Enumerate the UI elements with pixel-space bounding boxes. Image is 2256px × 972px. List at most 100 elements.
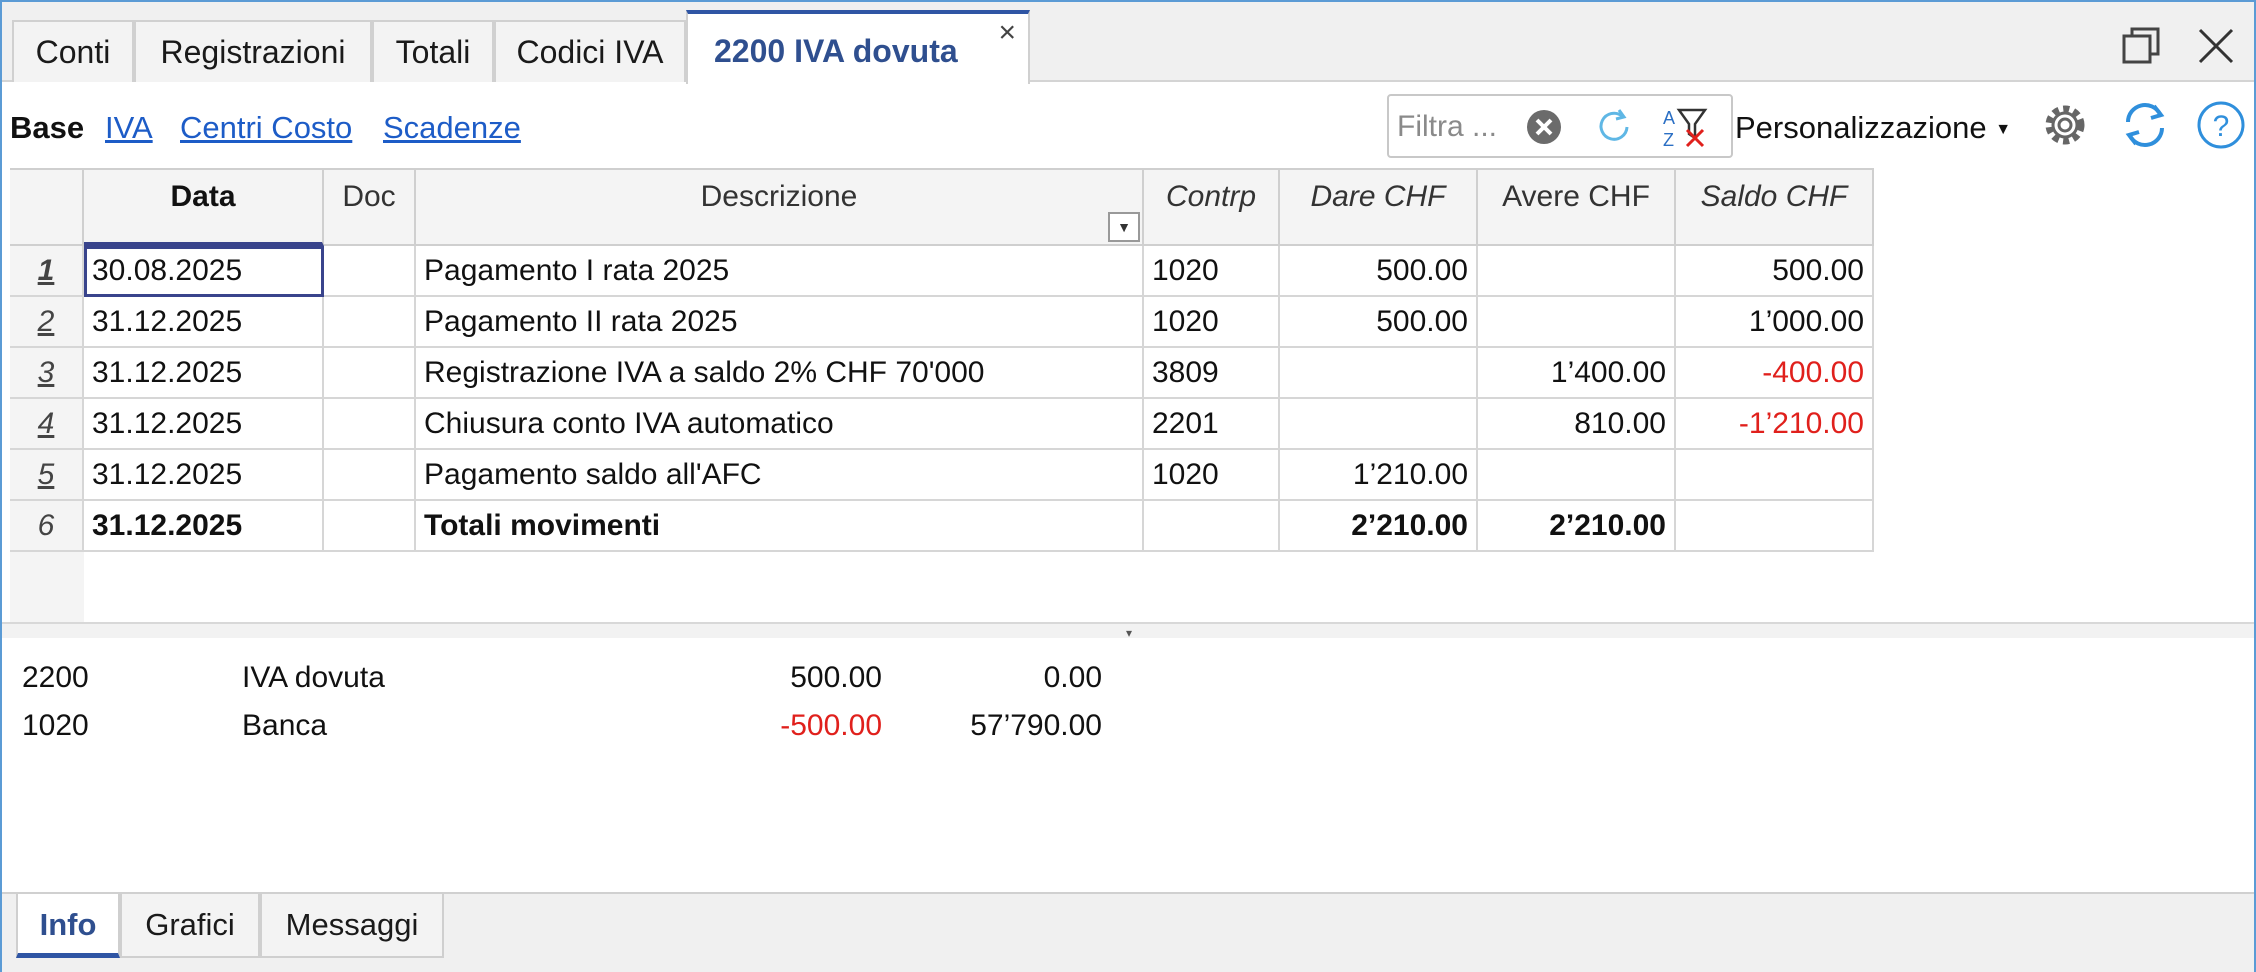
filter-input[interactable]: Filtra ... A Z — [1387, 94, 1733, 158]
row-number[interactable]: 1 — [10, 246, 84, 297]
refresh-filter-icon[interactable] — [1593, 106, 1635, 148]
tab-conti[interactable]: Conti — [12, 20, 134, 82]
filter-placeholder: Filtra ... — [1397, 110, 1498, 143]
close-window-icon[interactable] — [2194, 24, 2238, 68]
view-link-centri-costo[interactable]: Centri Costo — [180, 110, 352, 146]
cell-descrizione[interactable]: Pagamento I rata 2025 — [416, 246, 1144, 297]
cell-doc[interactable] — [324, 501, 416, 552]
cell-dare[interactable]: 1’210.00 — [1280, 450, 1478, 501]
info-account: 2200 — [22, 661, 89, 694]
cell-descrizione[interactable]: Chiusura conto IVA automatico — [416, 399, 1144, 450]
cell-contrp[interactable]: 1020 — [1144, 450, 1280, 501]
column-filter-dropdown-icon[interactable]: ▼ — [1108, 212, 1140, 242]
cell-doc[interactable] — [324, 450, 416, 501]
cell-contrp[interactable]: 1020 — [1144, 246, 1280, 297]
splitter-handle-icon[interactable]: ▾ — [1126, 626, 1132, 640]
column-header-descrizione-label: Descrizione — [700, 180, 858, 213]
row-number[interactable]: 2 — [10, 297, 84, 348]
info-account: 1020 — [22, 709, 89, 742]
cell-doc[interactable] — [324, 399, 416, 450]
tab-close-icon[interactable]: × — [998, 18, 1016, 48]
cell-saldo[interactable]: 500.00 — [1676, 246, 1874, 297]
bottom-tab-bar: Info Grafici Messaggi — [2, 892, 2254, 972]
svg-text:Z: Z — [1663, 130, 1674, 150]
cell-data[interactable]: 31.12.2025 — [84, 501, 324, 552]
column-header-saldo[interactable]: Saldo CHF — [1676, 168, 1874, 246]
tab-info[interactable]: Info — [16, 894, 120, 958]
chevron-down-icon: ▼ — [1995, 120, 2012, 138]
cell-contrp[interactable]: 1020 — [1144, 297, 1280, 348]
sort-filter-icon[interactable]: A Z — [1661, 104, 1711, 150]
cell-contrp[interactable]: 3809 — [1144, 348, 1280, 399]
toolbar: Base IVA Centri Costo Scadenze Filtra ..… — [2, 84, 2254, 168]
cell-avere[interactable]: 810.00 — [1478, 399, 1676, 450]
cell-avere[interactable]: 1’400.00 — [1478, 348, 1676, 399]
help-icon[interactable]: ? — [2194, 98, 2248, 152]
cell-doc[interactable] — [324, 348, 416, 399]
cell-data[interactable]: 31.12.2025 — [84, 399, 324, 450]
cell-dare[interactable]: 500.00 — [1280, 297, 1478, 348]
cell-avere[interactable]: 2’210.00 — [1478, 501, 1676, 552]
cell-descrizione[interactable]: Totali movimenti — [416, 501, 1144, 552]
tab-messaggi[interactable]: Messaggi — [260, 894, 444, 958]
svg-text:?: ? — [2213, 110, 2230, 143]
table-tab-bar: Conti Registrazioni Totali Codici IVA 22… — [2, 2, 2254, 84]
sync-icon[interactable] — [2118, 98, 2172, 152]
cell-dare[interactable]: 500.00 — [1280, 246, 1478, 297]
row-number[interactable]: 6 — [10, 501, 84, 552]
tab-totali[interactable]: Totali — [372, 20, 494, 82]
column-header-doc[interactable]: Doc — [324, 168, 416, 246]
view-link-iva[interactable]: IVA — [105, 110, 153, 146]
customize-dropdown[interactable]: Personalizzazione ▼ — [1735, 110, 2011, 146]
cell-saldo[interactable] — [1676, 501, 1874, 552]
cell-avere[interactable] — [1478, 297, 1676, 348]
cell-avere[interactable] — [1478, 450, 1676, 501]
cell-descrizione[interactable]: Pagamento saldo all'AFC — [416, 450, 1144, 501]
view-base[interactable]: Base — [10, 110, 84, 146]
tab-codici-iva[interactable]: Codici IVA — [494, 20, 686, 82]
cell-saldo[interactable]: -1’210.00 — [1676, 399, 1874, 450]
cell-dare[interactable]: 2’210.00 — [1280, 501, 1478, 552]
cell-data[interactable]: 31.12.2025 — [84, 450, 324, 501]
info-balance: 57’790.00 — [970, 709, 1102, 742]
cell-data[interactable]: 31.12.2025 — [84, 297, 324, 348]
row-number[interactable]: 4 — [10, 399, 84, 450]
cell-dare[interactable] — [1280, 399, 1478, 450]
info-name: Banca — [242, 709, 328, 742]
svg-text:A: A — [1663, 108, 1675, 128]
customize-label: Personalizzazione — [1735, 110, 1987, 145]
info-balance: 0.00 — [1043, 661, 1102, 694]
cell-data[interactable]: 30.08.2025 — [84, 246, 324, 297]
cell-contrp[interactable] — [1144, 501, 1280, 552]
row-number-header — [10, 168, 84, 246]
cell-doc[interactable] — [324, 246, 416, 297]
cell-data[interactable]: 31.12.2025 — [84, 348, 324, 399]
tab-registrazioni[interactable]: Registrazioni — [134, 20, 372, 82]
gear-icon[interactable] — [2038, 98, 2092, 152]
cell-doc[interactable] — [324, 297, 416, 348]
column-header-dare[interactable]: Dare CHF — [1280, 168, 1478, 246]
info-name: IVA dovuta — [242, 661, 385, 694]
view-link-scadenze[interactable]: Scadenze — [383, 110, 521, 146]
row-header-filler — [10, 552, 84, 622]
restore-window-icon[interactable] — [2120, 24, 2164, 68]
cell-contrp[interactable]: 2201 — [1144, 399, 1280, 450]
column-header-descrizione[interactable]: Descrizione ▼ — [416, 168, 1144, 246]
column-header-avere[interactable]: Avere CHF — [1478, 168, 1676, 246]
cell-avere[interactable] — [1478, 246, 1676, 297]
cell-descrizione[interactable]: Pagamento II rata 2025 — [416, 297, 1144, 348]
cell-saldo[interactable]: -400.00 — [1676, 348, 1874, 399]
cell-descrizione[interactable]: Registrazione IVA a saldo 2% CHF 70'000 — [416, 348, 1144, 399]
tab-iva-dovuta[interactable]: 2200 IVA dovuta × — [686, 10, 1030, 84]
row-number[interactable]: 3 — [10, 348, 84, 399]
column-header-contrp[interactable]: Contrp — [1144, 168, 1280, 246]
tab-iva-dovuta-label: 2200 IVA dovuta — [714, 33, 958, 69]
app-window: Conti Registrazioni Totali Codici IVA 22… — [0, 0, 2256, 972]
tab-grafici[interactable]: Grafici — [120, 894, 260, 958]
cell-saldo[interactable]: 1’000.00 — [1676, 297, 1874, 348]
clear-filter-icon[interactable] — [1525, 108, 1563, 146]
row-number[interactable]: 5 — [10, 450, 84, 501]
cell-dare[interactable] — [1280, 348, 1478, 399]
cell-saldo[interactable] — [1676, 450, 1874, 501]
column-header-data[interactable]: Data — [84, 168, 324, 246]
